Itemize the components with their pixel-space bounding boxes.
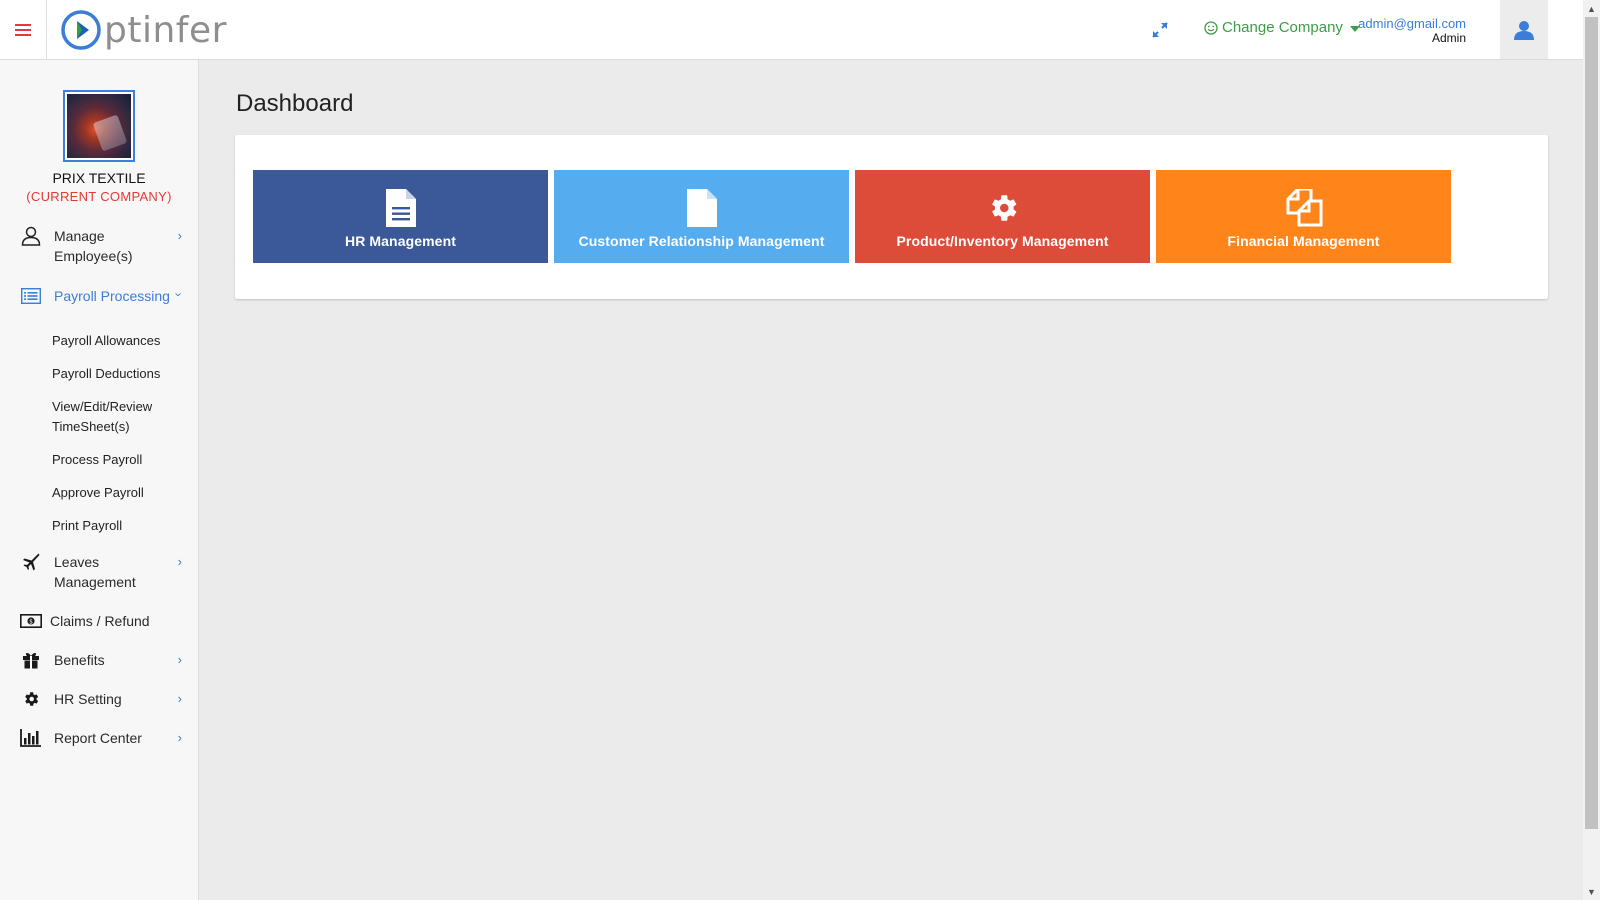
sidebar: PRIX TEXTILE (CURRENT COMPANY) Manage Em… (0, 60, 199, 900)
sidebar-item-leaves-management[interactable]: Leaves Management › (0, 552, 198, 611)
company-name: PRIX TEXTILE (52, 170, 146, 186)
chevron-right-icon: › (177, 730, 182, 745)
submenu-item-print-payroll[interactable]: Print Payroll (52, 509, 198, 542)
menu-toggle-button[interactable] (0, 0, 47, 60)
bar-chart-icon (20, 728, 42, 748)
gear-icon (986, 189, 1020, 227)
current-company-label: (CURRENT COMPANY) (26, 189, 172, 204)
tile-financial-management[interactable]: Financial Management (1156, 170, 1451, 263)
app-logo[interactable]: ptinfer (60, 5, 227, 55)
payroll-submenu: Payroll Allowances Payroll Deductions Vi… (0, 324, 198, 542)
company-avatar[interactable] (63, 90, 135, 162)
smile-icon (1204, 20, 1218, 35)
page-title: Dashboard (236, 90, 354, 117)
tile-product-inventory[interactable]: Product/Inventory Management (855, 170, 1150, 263)
chevron-right-icon: › (177, 691, 182, 706)
main-content: Dashboard HR Management Customer Relatio… (200, 60, 1583, 900)
tile-crm[interactable]: Customer Relationship Management (554, 170, 849, 263)
sidebar-item-manage-employees[interactable]: Manage Employee(s) › (0, 226, 198, 286)
hamburger-icon (15, 24, 31, 36)
sidebar-item-label: Manage Employee(s) (54, 228, 133, 264)
sidebar-item-label: Report Center (54, 730, 142, 746)
tile-hr-management[interactable]: HR Management (253, 170, 548, 263)
chevron-right-icon: › (177, 554, 182, 569)
sidebar-item-claims-refund[interactable]: $ Claims / Refund (0, 611, 198, 650)
gear-icon (20, 689, 42, 709)
svg-text:$: $ (29, 618, 33, 625)
sidebar-item-label: Benefits (54, 652, 105, 668)
sidebar-item-payroll-processing[interactable]: Payroll Processing › (0, 286, 198, 324)
change-company-dropdown[interactable]: Change Company (1204, 19, 1360, 36)
sidebar-item-report-center[interactable]: Report Center › (0, 728, 198, 767)
submenu-item-payroll-allowances[interactable]: Payroll Allowances (52, 324, 198, 357)
submenu-item-approve-payroll[interactable]: Approve Payroll (52, 476, 198, 509)
sidebar-item-label: Leaves Management (54, 554, 136, 590)
expand-icon (1152, 22, 1168, 38)
submenu-item-view-edit-timesheets[interactable]: View/Edit/Review TimeSheet(s) (52, 390, 172, 443)
user-menu-button[interactable] (1500, 0, 1548, 59)
scroll-up-arrow-icon[interactable]: ▲ (1583, 0, 1600, 17)
chevron-right-icon: › (177, 652, 182, 667)
user-icon (1514, 20, 1534, 40)
company-avatar-image (67, 94, 131, 158)
sidebar-item-benefits[interactable]: Benefits › (0, 650, 198, 689)
gift-icon (20, 650, 42, 670)
change-company-label: Change Company (1222, 19, 1343, 36)
top-header: ptinfer Change Company admin@gmail.com A… (0, 0, 1583, 60)
sidebar-menu: Manage Employee(s) › Payroll Processing … (0, 226, 198, 767)
logo-mark-icon (61, 10, 101, 50)
sidebar-item-label: Claims / Refund (50, 613, 150, 629)
scroll-down-arrow-icon[interactable]: ▼ (1583, 883, 1600, 900)
chevron-down-icon: › (171, 292, 187, 297)
company-profile: PRIX TEXTILE (CURRENT COMPANY) (0, 60, 198, 204)
user-outline-icon (20, 226, 42, 246)
file-icon (685, 188, 719, 227)
user-info[interactable]: admin@gmail.com Admin (1358, 16, 1466, 46)
logo-text: ptinfer (104, 9, 227, 51)
scrollbar-thumb[interactable] (1585, 17, 1598, 829)
dashboard-card: HR Management Customer Relationship Mana… (235, 135, 1548, 299)
chevron-right-icon: › (177, 228, 182, 243)
page-scrollbar[interactable]: ▲ ▼ (1583, 0, 1600, 900)
fullscreen-button[interactable] (1148, 18, 1172, 42)
document-icon (384, 188, 418, 227)
tile-label: HR Management (345, 232, 456, 249)
tile-label: Financial Management (1227, 232, 1380, 249)
tile-label: Customer Relationship Management (578, 232, 825, 249)
user-role: Admin (1431, 31, 1466, 45)
submenu-item-process-payroll[interactable]: Process Payroll (52, 443, 198, 476)
module-tiles: HR Management Customer Relationship Mana… (253, 170, 1451, 263)
list-icon (20, 286, 42, 306)
user-email: admin@gmail.com (1358, 16, 1466, 31)
plane-icon (20, 552, 42, 572)
money-icon: $ (20, 611, 42, 631)
copy-icon (1285, 188, 1323, 227)
sidebar-item-label: HR Setting (54, 691, 122, 707)
sidebar-item-label: Payroll Processing (54, 288, 170, 304)
submenu-item-payroll-deductions[interactable]: Payroll Deductions (52, 357, 198, 390)
tile-label: Product/Inventory Management (896, 232, 1109, 249)
sidebar-item-hr-setting[interactable]: HR Setting › (0, 689, 198, 728)
